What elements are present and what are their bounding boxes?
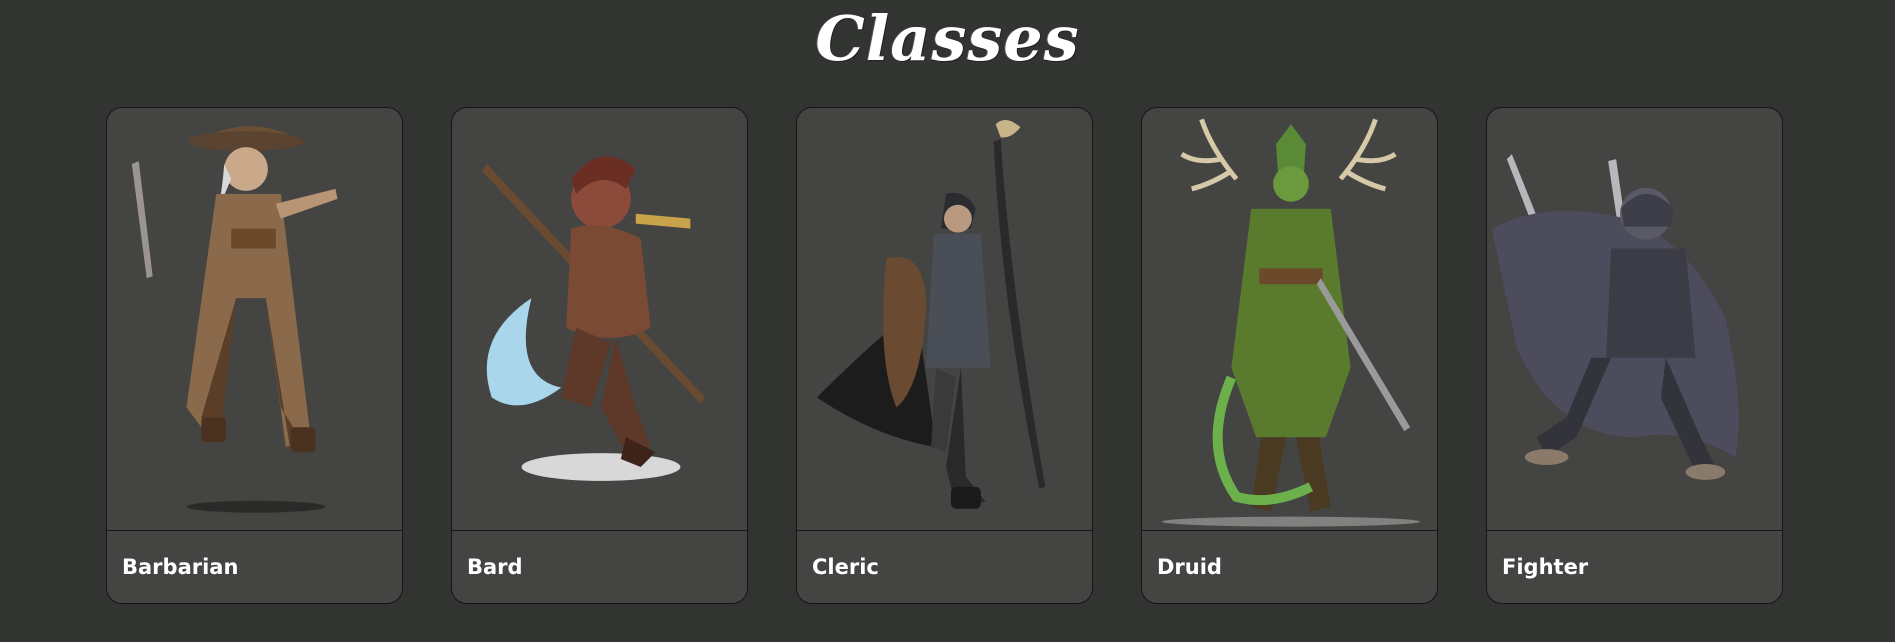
cleric-figure-icon <box>816 120 1046 509</box>
class-card-label: Fighter <box>1502 555 1589 579</box>
fighter-figure-icon <box>1491 154 1739 480</box>
class-card-art <box>1487 108 1782 531</box>
class-card-druid[interactable]: Druid <box>1141 107 1438 604</box>
class-card-label: Bard <box>467 555 523 579</box>
page-title: Classes <box>815 2 1080 75</box>
class-card-label: Druid <box>1157 555 1222 579</box>
class-card-art <box>1142 108 1437 531</box>
class-card-bard[interactable]: Bard <box>451 107 748 604</box>
class-card-art <box>797 108 1092 531</box>
class-card-fighter[interactable]: Fighter <box>1486 107 1783 604</box>
bard-figure-icon <box>481 156 706 481</box>
barbarian-figure-icon <box>131 126 338 513</box>
class-card-barbarian[interactable]: Barbarian <box>106 107 403 604</box>
class-card-grid: Barbarian Bard Cleric Druid Fighter <box>106 107 1798 604</box>
class-card-cleric[interactable]: Cleric <box>796 107 1093 604</box>
class-card-label: Cleric <box>812 555 879 579</box>
class-card-label: Barbarian <box>122 555 239 579</box>
class-card-art <box>107 108 402 531</box>
druid-figure-icon <box>1161 118 1421 527</box>
class-card-art <box>452 108 747 531</box>
